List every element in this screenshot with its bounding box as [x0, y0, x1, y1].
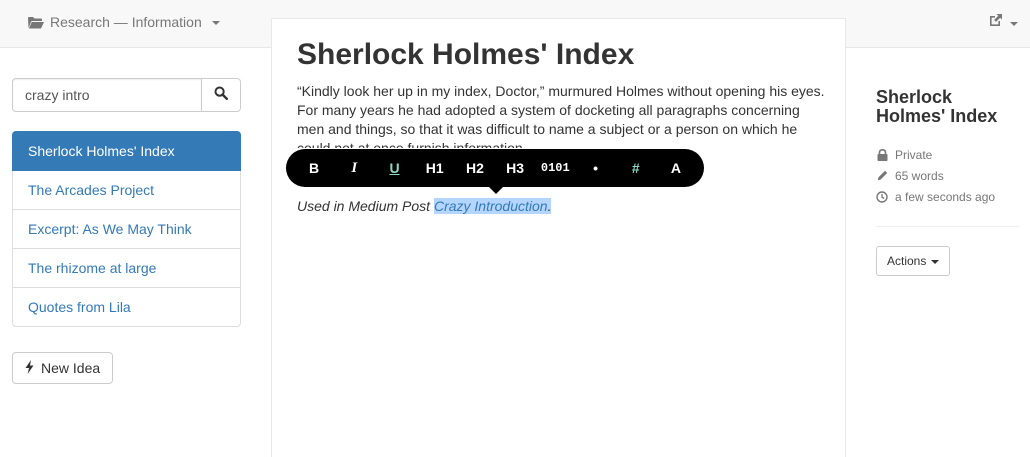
heading-2-button[interactable]: H2 [455, 149, 495, 187]
idea-list-item-may-think[interactable]: Excerpt: As We May Think [12, 209, 241, 249]
chevron-down-icon [1010, 22, 1018, 26]
folder-open-icon [28, 16, 44, 29]
share-menu[interactable] [988, 13, 1018, 33]
search-button[interactable] [202, 78, 241, 112]
bolt-icon [25, 359, 34, 377]
idea-list: Sherlock Holmes' Index The Arcades Proje… [12, 131, 241, 327]
meta-title: Sherlock Holmes' Index [876, 87, 998, 126]
anchor-link-button[interactable]: A [656, 149, 696, 187]
word-count-row: 65 words [876, 165, 1020, 186]
updated-row: a few seconds ago [876, 186, 1020, 207]
document-body[interactable]: “Kindly look her up in my index, Doctor,… [297, 82, 827, 148]
lock-icon [876, 148, 888, 161]
bullet-list-button[interactable]: • [575, 149, 615, 187]
idea-list-item-lila[interactable]: Quotes from Lila [12, 287, 241, 327]
note-prefix: Used in Medium Post [297, 198, 434, 214]
updated-label: a few seconds ago [895, 189, 996, 204]
numbered-list-button[interactable]: # [616, 149, 656, 187]
actions-dropdown[interactable]: Actions [876, 246, 951, 276]
document-title[interactable]: Sherlock Holmes' Index [297, 38, 634, 72]
document-note[interactable]: Used in Medium Post Crazy Introduction. [297, 198, 552, 214]
search-icon [214, 86, 229, 105]
idea-list-item-rhizome[interactable]: The rhizome at large [12, 248, 241, 288]
search-input[interactable] [12, 78, 202, 112]
code-button[interactable]: 0101 [535, 149, 575, 187]
chevron-down-icon [211, 21, 220, 25]
word-count-label: 65 words [895, 168, 944, 183]
heading-1-button[interactable]: H1 [415, 149, 455, 187]
meta-divider [876, 226, 1019, 227]
notebook-selector[interactable]: Research — Information [28, 14, 220, 30]
actions-label: Actions [887, 254, 927, 268]
idea-meta-panel: Sherlock Holmes' Index Private 65 words … [876, 88, 1020, 207]
idea-list-item-arcades[interactable]: The Arcades Project [12, 170, 241, 210]
new-idea-label: New Idea [41, 360, 101, 376]
visibility-row: Private [876, 144, 1020, 165]
editor-panel: Sherlock Holmes' Index “Kindly look her … [271, 18, 846, 457]
underline-button[interactable]: U [374, 149, 414, 187]
search-group [12, 78, 241, 112]
heading-3-button[interactable]: H3 [495, 149, 535, 187]
notebook-label: Research — Information [50, 14, 202, 30]
chevron-down-icon [931, 260, 940, 264]
italic-button[interactable]: I [334, 149, 374, 187]
idea-list-item-sherlock[interactable]: Sherlock Holmes' Index [12, 131, 241, 171]
visibility-label: Private [895, 147, 933, 162]
new-idea-button[interactable]: New Idea [12, 352, 114, 384]
formatting-toolbar: B I U H1 H2 H3 0101 • # A [286, 149, 704, 194]
pencil-icon [876, 170, 888, 181]
toolbar-pointer [488, 186, 504, 194]
crazy-introduction-link[interactable]: Crazy Introduction [433, 198, 548, 214]
note-suffix: . [547, 198, 552, 214]
external-link-icon [988, 13, 1003, 33]
clock-icon [876, 190, 888, 203]
bold-button[interactable]: B [294, 149, 334, 187]
